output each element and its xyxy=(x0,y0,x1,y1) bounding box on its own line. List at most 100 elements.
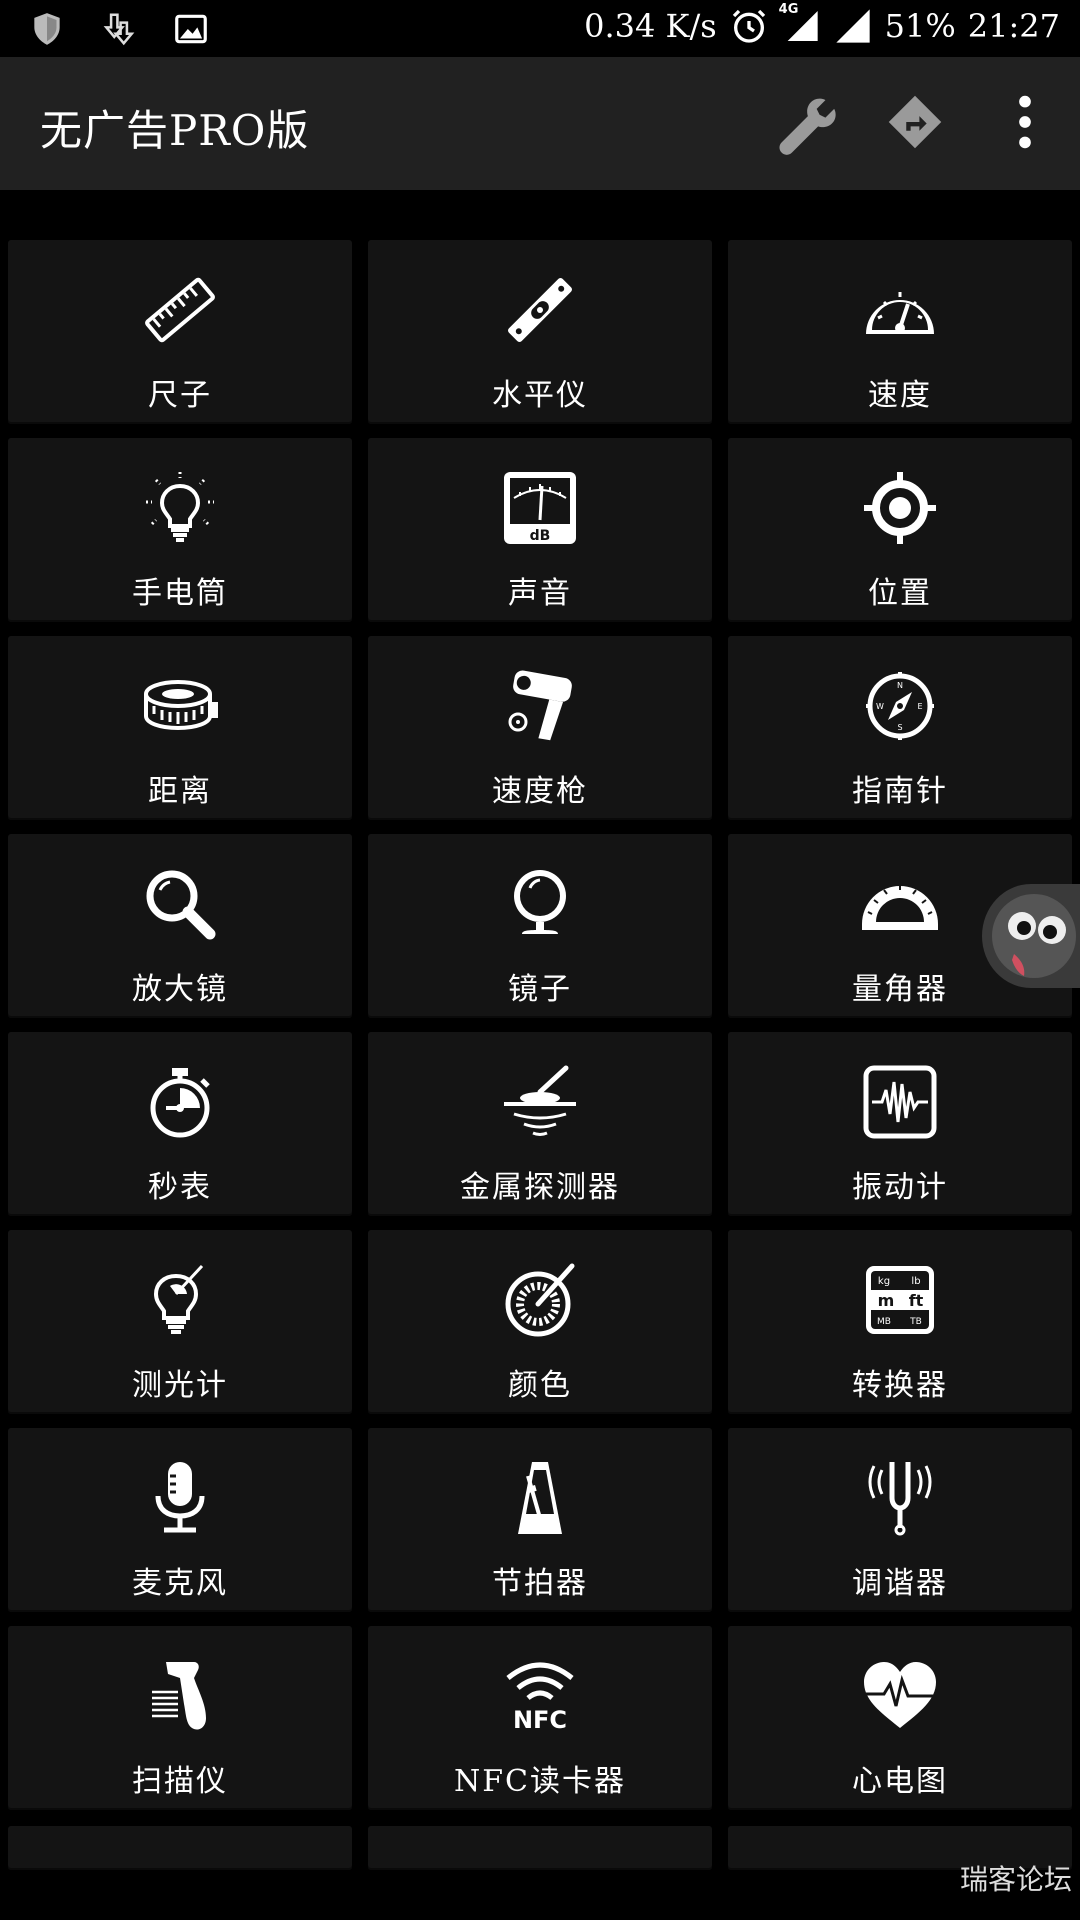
tool-label: 振动计 xyxy=(852,1170,948,1205)
spirit-level-icon xyxy=(500,270,580,350)
floating-assistant-icon[interactable] xyxy=(982,884,1080,988)
vibration-meter-icon xyxy=(860,1062,940,1142)
lightbulb-icon xyxy=(140,468,220,548)
nfc-icon: NFC xyxy=(500,1656,580,1736)
tool-label: 调谐器 xyxy=(852,1566,948,1601)
svg-text:kg: kg xyxy=(878,1276,890,1287)
tool-tile-converter[interactable]: kg lb m ft MB TB 转换器 xyxy=(728,1230,1072,1414)
svg-text:N: N xyxy=(897,681,903,690)
tool-label: 金属探测器 xyxy=(460,1170,620,1205)
tool-tile-metal-detector[interactable]: 金属探测器 xyxy=(368,1032,712,1216)
color-picker-icon xyxy=(500,1260,580,1340)
tool-tile-scanner[interactable]: 扫描仪 xyxy=(8,1626,352,1810)
tool-label: 扫描仪 xyxy=(132,1764,228,1799)
svg-text:MB: MB xyxy=(877,1317,891,1327)
tool-label: 位置 xyxy=(868,576,932,611)
tool-tile-color[interactable]: 颜色 xyxy=(368,1230,712,1414)
tool-tile-flashlight[interactable]: 手电筒 xyxy=(8,438,352,622)
speedometer-icon xyxy=(860,270,940,350)
heart-rate-icon xyxy=(860,1656,940,1736)
tape-measure-icon xyxy=(140,666,220,746)
svg-text:NFC: NFC xyxy=(513,1706,567,1734)
svg-text:S: S xyxy=(897,723,902,732)
image-icon xyxy=(172,10,210,48)
alarm-icon xyxy=(729,6,769,46)
tool-label: 声音 xyxy=(508,576,572,611)
signal-icon xyxy=(833,6,873,46)
svg-text:ft: ft xyxy=(909,1291,924,1310)
tool-tile-compass[interactable]: N S W E 指南针 xyxy=(728,636,1072,820)
ruler-icon xyxy=(140,270,220,350)
tool-label: 颜色 xyxy=(508,1368,572,1403)
tool-tile-location[interactable]: 位置 xyxy=(728,438,1072,622)
tool-tile-speed[interactable]: 速度 xyxy=(728,240,1072,424)
mirror-icon xyxy=(500,864,580,944)
magnifier-icon xyxy=(140,864,220,944)
metal-detector-icon xyxy=(500,1062,580,1142)
tool-label: 麦克风 xyxy=(132,1566,228,1601)
tool-label: 手电筒 xyxy=(132,576,228,611)
battery-level: 51% xyxy=(884,7,956,45)
bottom-strip xyxy=(0,1870,1080,1920)
tool-tile-nfc[interactable]: NFC NFC读卡器 xyxy=(368,1626,712,1810)
tool-tile-metronome[interactable]: 节拍器 xyxy=(368,1428,712,1612)
tool-tile-magnifier[interactable]: 放大镜 xyxy=(8,834,352,1018)
tool-tile-stopwatch[interactable]: 秒表 xyxy=(8,1032,352,1216)
protractor-icon xyxy=(860,864,940,944)
microphone-icon xyxy=(140,1458,220,1538)
unit-converter-icon: kg lb m ft MB TB xyxy=(860,1260,940,1340)
app-title: 无广告PRO版 xyxy=(40,106,310,155)
tool-label: 速度枪 xyxy=(492,774,588,809)
svg-text:W: W xyxy=(876,702,884,711)
tuning-fork-icon xyxy=(860,1458,940,1538)
tool-tile-tuner[interactable]: 调谐器 xyxy=(728,1428,1072,1612)
status-bar: 0.34 K/s 4G 51% 21:27 xyxy=(0,0,1080,57)
directions-icon[interactable] xyxy=(880,87,950,157)
tool-tile-light-meter[interactable]: 测光计 xyxy=(8,1230,352,1414)
tool-label: 镜子 xyxy=(508,972,572,1007)
download-icon xyxy=(100,10,138,48)
tool-label: 放大镜 xyxy=(132,972,228,1007)
tool-label: 节拍器 xyxy=(492,1566,588,1601)
watermark-text: 瑞客论坛 xyxy=(959,1863,1072,1896)
db-meter-icon: dB xyxy=(500,468,580,548)
svg-text:dB: dB xyxy=(530,528,551,544)
wrench-icon[interactable] xyxy=(770,87,840,157)
barcode-scanner-icon xyxy=(140,1656,220,1736)
app-bar: 无广告PRO版 xyxy=(0,57,1080,190)
tool-tile-radar-gun[interactable]: 速度枪 xyxy=(368,636,712,820)
svg-text:m: m xyxy=(878,1291,895,1310)
svg-text:E: E xyxy=(917,702,922,711)
tool-tile-vibration[interactable]: 振动计 xyxy=(728,1032,1072,1216)
tool-label: 测光计 xyxy=(132,1368,228,1403)
tool-label: 指南针 xyxy=(852,774,948,809)
stopwatch-icon xyxy=(140,1062,220,1142)
tool-grid-partial-row xyxy=(8,1826,1072,1870)
tool-tile-ecg[interactable]: 心电图 xyxy=(728,1626,1072,1810)
tool-tile-mirror[interactable]: 镜子 xyxy=(368,834,712,1018)
tool-tile-distance[interactable]: 距离 xyxy=(8,636,352,820)
tool-label: 速度 xyxy=(868,378,932,413)
shield-icon xyxy=(28,10,66,48)
radar-gun-icon xyxy=(500,666,580,746)
more-vert-icon[interactable] xyxy=(990,87,1060,157)
tool-label: 尺子 xyxy=(148,378,212,413)
network-type: 4G xyxy=(778,2,799,17)
tool-tile-partial[interactable] xyxy=(8,1826,352,1870)
location-target-icon xyxy=(860,468,940,548)
svg-text:TB: TB xyxy=(909,1317,922,1327)
tool-tile-sound[interactable]: dB 声音 xyxy=(368,438,712,622)
tool-label: 转换器 xyxy=(852,1368,948,1403)
tool-tile-ruler[interactable]: 尺子 xyxy=(8,240,352,424)
metronome-icon xyxy=(500,1458,580,1538)
tool-tile-level[interactable]: 水平仪 xyxy=(368,240,712,424)
tool-tile-microphone[interactable]: 麦克风 xyxy=(8,1428,352,1612)
signal-4g-icon: 4G xyxy=(779,2,821,46)
tool-tile-partial[interactable] xyxy=(368,1826,712,1870)
tool-label: 水平仪 xyxy=(492,378,588,413)
tool-grid: 尺子 水平仪 速度 手电筒 dB 声音 位置 距离 速度枪 N S W E 指南… xyxy=(8,240,1072,1810)
tool-label: 距离 xyxy=(148,774,212,809)
compass-icon: N S W E xyxy=(860,666,940,746)
tool-label: NFC读卡器 xyxy=(453,1764,627,1799)
tool-label: 秒表 xyxy=(148,1170,212,1205)
